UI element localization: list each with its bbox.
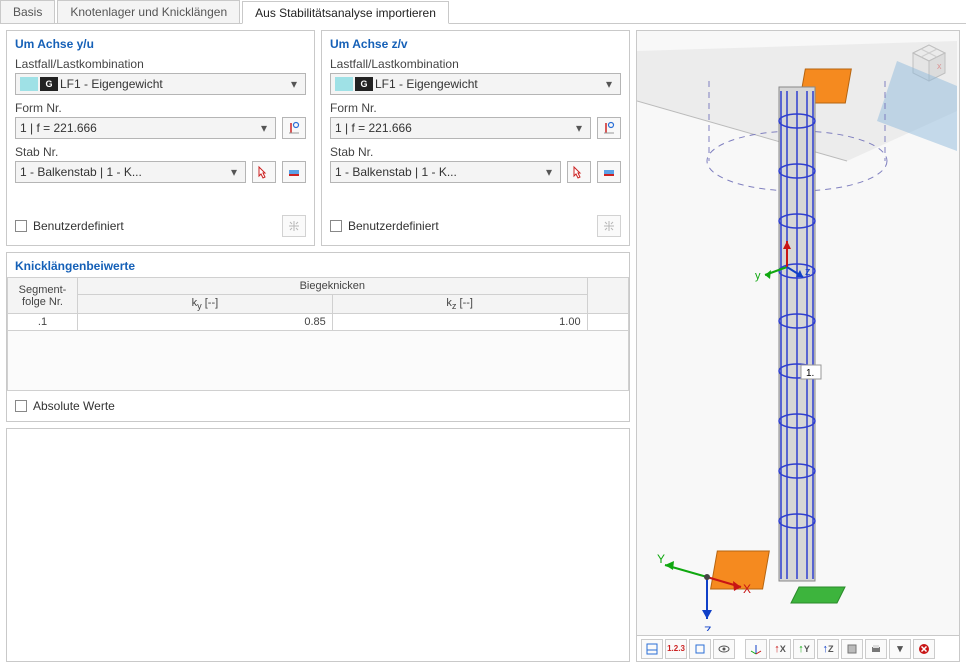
loadcase-value-yu: LF1 - Eigengewicht — [60, 77, 287, 91]
col-ky: ky [--] — [78, 295, 333, 314]
col-group-biegeknicken: Biegeknicken — [78, 278, 588, 295]
view-x-button[interactable]: ↑X — [769, 639, 791, 659]
cell-kz[interactable]: 1.00 — [332, 314, 587, 331]
chevron-down-icon: ▾ — [602, 77, 616, 91]
axis-x-label: X — [743, 582, 751, 596]
panel-axis-yu: Um Achse y/u Lastfall/Lastkombination G … — [6, 30, 315, 246]
dropdown-member-zv[interactable]: 1 - Balkenstab | 1 - K... ▾ — [330, 161, 561, 183]
show-mode-button[interactable] — [597, 117, 621, 139]
panel-title-zv: Um Achse z/v — [330, 37, 621, 51]
eye-button[interactable] — [713, 639, 735, 659]
userdef-label-yu: Benutzerdefiniert — [33, 219, 124, 233]
table-row[interactable]: .1 0.85 1.00 — [8, 314, 629, 331]
member-info-button[interactable] — [597, 161, 621, 183]
annotations-button[interactable] — [689, 639, 711, 659]
toolbar-more-button[interactable]: ▾ — [889, 639, 911, 659]
dropdown-member-yu[interactable]: 1 - Balkenstab | 1 - K... ▾ — [15, 161, 246, 183]
loadcase-type-badge: G — [355, 77, 373, 91]
loadcase-value-zv: LF1 - Eigengewicht — [375, 77, 602, 91]
close-view-button[interactable] — [913, 639, 935, 659]
chevron-down-icon: ▾ — [542, 165, 556, 179]
checkbox-icon — [330, 220, 342, 232]
svg-text:y: y — [755, 270, 761, 282]
tab-nodal-supports[interactable]: Knotenlager und Knicklängen — [57, 0, 240, 23]
chevron-down-icon: ▾ — [287, 77, 301, 91]
chevron-down-icon: ▾ — [227, 165, 241, 179]
dropdown-form-zv[interactable]: 1 | f = 221.666 ▾ — [330, 117, 591, 139]
member-value-yu: 1 - Balkenstab | 1 - K... — [20, 165, 227, 179]
label-form-yu: Form Nr. — [15, 101, 306, 115]
col-seg-1: Segment- — [19, 284, 67, 296]
col-kz: kz [--] — [332, 295, 587, 314]
member-info-button[interactable] — [282, 161, 306, 183]
tab-import-stability[interactable]: Aus Stabilitätsanalyse importieren — [242, 1, 449, 24]
cell-seg: .1 — [8, 314, 78, 331]
label-member-yu: Stab Nr. — [15, 145, 306, 159]
userdef-label-zv: Benutzerdefiniert — [348, 219, 439, 233]
label-loadcase-yu: Lastfall/Lastkombination — [15, 57, 306, 71]
expand-button-zv[interactable] — [597, 215, 621, 237]
dropdown-loadcase-yu[interactable]: G LF1 - Eigengewicht ▾ — [15, 73, 306, 95]
dropdown-loadcase-zv[interactable]: G LF1 - Eigengewicht ▾ — [330, 73, 621, 95]
loadcase-color-badge — [335, 77, 353, 91]
panel-blank — [6, 428, 630, 662]
panel-title-yu: Um Achse y/u — [15, 37, 306, 51]
svg-text:z: z — [805, 266, 811, 278]
tab-basis[interactable]: Basis — [0, 0, 55, 23]
loadcase-type-badge: G — [40, 77, 58, 91]
toggle-view-button[interactable] — [641, 639, 663, 659]
label-form-zv: Form Nr. — [330, 101, 621, 115]
abs-label: Absolute Werte — [33, 399, 115, 413]
view-y-button[interactable]: ↑Y — [793, 639, 815, 659]
userdef-check-zv[interactable]: Benutzerdefiniert — [330, 219, 439, 233]
form-value-zv: 1 | f = 221.666 — [335, 121, 572, 135]
numbers-button[interactable]: 1.2.3 — [665, 639, 687, 659]
member-value-zv: 1 - Balkenstab | 1 - K... — [335, 165, 542, 179]
form-value-yu: 1 | f = 221.666 — [20, 121, 257, 135]
table-coefficients[interactable]: Segment-folge Nr. Biegeknicken ky [--] k… — [7, 277, 629, 391]
userdef-check-yu[interactable]: Benutzerdefiniert — [15, 219, 124, 233]
view-z-button[interactable]: ↑Z — [817, 639, 839, 659]
title-coefficients: Knicklängenbeiwerte — [7, 253, 629, 277]
tab-bar: Basis Knotenlager und Knicklängen Aus St… — [0, 0, 966, 24]
chevron-down-icon: ▾ — [257, 121, 271, 135]
chevron-down-icon: ▾ — [572, 121, 586, 135]
panel-axis-zv: Um Achse z/v Lastfall/Lastkombination G … — [321, 30, 630, 246]
label-loadcase-zv: Lastfall/Lastkombination — [330, 57, 621, 71]
loadcase-color-badge — [20, 77, 38, 91]
checkbox-icon — [15, 400, 27, 412]
print-button[interactable] — [865, 639, 887, 659]
label-member-zv: Stab Nr. — [330, 145, 621, 159]
viewport-toolbar: 1.2.3 ↑X ↑Y ↑Z ▾ — [636, 636, 960, 662]
svg-text:1.: 1. — [806, 368, 814, 379]
absolute-values-check[interactable]: Absolute Werte — [7, 391, 629, 421]
pick-member-button[interactable] — [567, 161, 591, 183]
box-view-button[interactable] — [841, 639, 863, 659]
show-mode-button[interactable] — [282, 117, 306, 139]
pick-member-button[interactable] — [252, 161, 276, 183]
axis-z-label: Z — [704, 624, 711, 631]
viewport-3d[interactable]: x — [636, 30, 960, 636]
axis-iso-button[interactable] — [745, 639, 767, 659]
expand-button-yu[interactable] — [282, 215, 306, 237]
axis-y-label: Y — [657, 552, 665, 566]
col-seg-2: folge Nr. — [22, 296, 63, 308]
cell-ky[interactable]: 0.85 — [78, 314, 333, 331]
panel-coefficients: Knicklängenbeiwerte Segment-folge Nr. Bi… — [6, 252, 630, 422]
dropdown-form-yu[interactable]: 1 | f = 221.666 ▾ — [15, 117, 276, 139]
checkbox-icon — [15, 220, 27, 232]
